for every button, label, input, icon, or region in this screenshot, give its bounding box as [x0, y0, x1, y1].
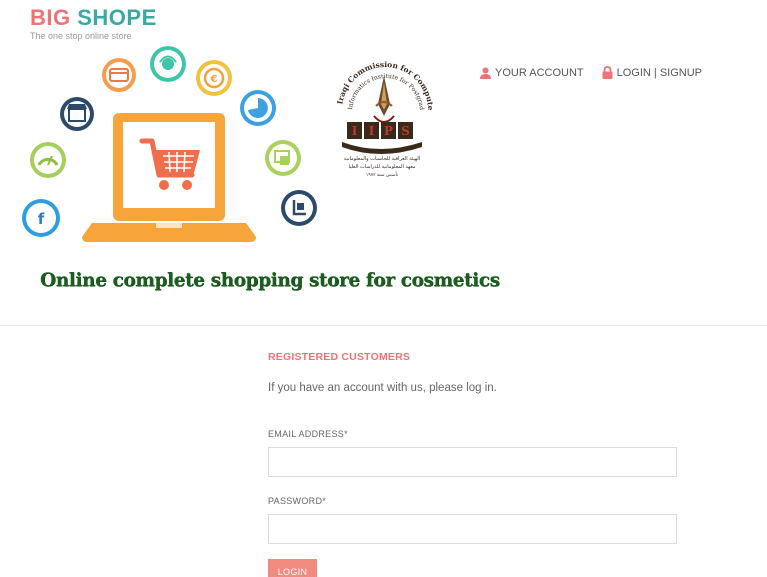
email-label: EMAIL ADDRESS*: [268, 429, 348, 439]
logo-shope: SHOPE: [77, 5, 157, 30]
banner-heading: Online complete shopping store for cosme…: [40, 270, 500, 291]
lock-icon: [602, 66, 613, 79]
delivery-icon: [281, 190, 317, 226]
seal-arabic-line2: معهد المعلوماتية للدراسات العليا: [348, 164, 415, 170]
store-icon: [60, 97, 94, 131]
support-icon: [150, 46, 186, 82]
section-divider: [0, 325, 767, 326]
logo-title: BIG SHOPE: [30, 6, 157, 30]
seal-letter-2: I: [369, 124, 375, 138]
login-signup-label: LOGIN | SIGNUP: [616, 66, 702, 79]
social-icon: f: [22, 199, 60, 237]
svg-text:€: €: [210, 74, 218, 85]
password-field[interactable]: [268, 514, 677, 544]
euro-icon: €: [196, 60, 232, 96]
registered-customers-title: REGISTERED CUSTOMERS: [268, 351, 411, 363]
user-icon: [480, 67, 491, 79]
window-icon: [265, 140, 301, 176]
card-icon: [102, 58, 136, 92]
login-signup-link[interactable]: LOGIN | SIGNUP: [602, 66, 702, 79]
seal-letter-3: P: [384, 124, 393, 138]
site-logo[interactable]: BIG SHOPE The one stop online store: [30, 6, 157, 42]
seal-arabic-line1: الهيئة العراقية للحاسبات والمعلوماتية: [344, 156, 420, 162]
speedometer-icon: [30, 142, 66, 178]
seal-letters: I I P S: [347, 122, 413, 139]
email-field[interactable]: [268, 447, 677, 477]
login-form: REGISTERED CUSTOMERS If you have an acco…: [268, 351, 680, 577]
ecommerce-banner: € f: [22, 46, 317, 242]
login-intro: If you have an account with us, please l…: [268, 382, 497, 394]
login-button[interactable]: LOGIN: [268, 559, 317, 577]
pie-chart-icon: [240, 90, 276, 126]
account-nav: YOUR ACCOUNT LOGIN | SIGNUP: [480, 66, 702, 79]
seal-arabic-line3: تأسس سنة ١٩٧٢: [366, 171, 399, 178]
logo-big: BIG: [30, 5, 71, 30]
password-label: PASSWORD*: [268, 496, 327, 506]
svg-text:f: f: [38, 210, 45, 228]
iips-seal: Iraqi Commission for Computers & Informa…: [332, 46, 435, 178]
seal-letter-1: I: [352, 124, 358, 138]
your-account-link[interactable]: YOUR ACCOUNT: [480, 66, 584, 79]
seal-letter-4: S: [401, 124, 410, 138]
your-account-label: YOUR ACCOUNT: [495, 66, 584, 79]
